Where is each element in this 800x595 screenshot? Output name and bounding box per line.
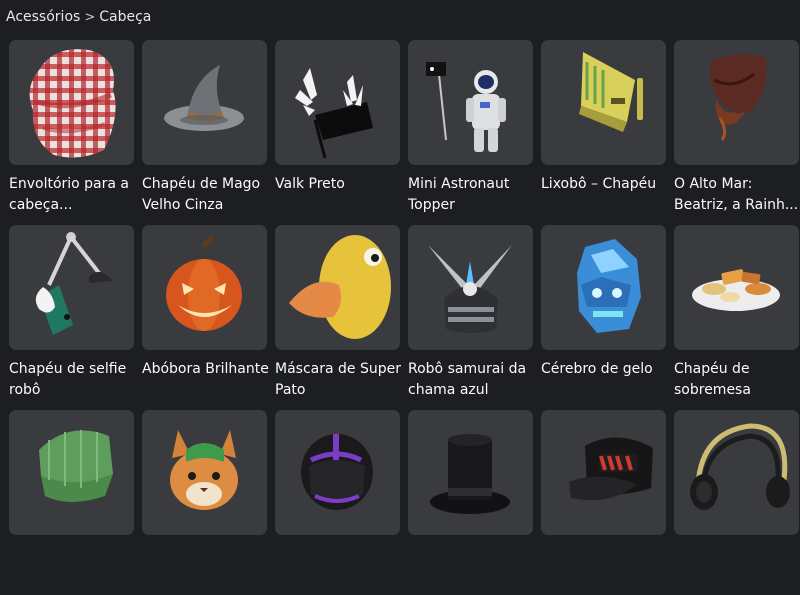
item-name[interactable]: Lixobô – Chapéu — [541, 174, 669, 195]
astronaut-topper-icon — [426, 62, 506, 152]
item-card[interactable] — [275, 410, 400, 595]
plaid-head-wrap-icon — [29, 49, 116, 158]
item-name[interactable]: Cérebro de gelo — [541, 359, 669, 380]
item-card[interactable] — [408, 410, 533, 595]
item-thumbnail[interactable] — [541, 410, 666, 535]
item-name[interactable]: Chapéu de Mago Velho Cinza — [142, 174, 270, 216]
breadcrumb-current: Cabeça — [99, 9, 152, 25]
top-hat-icon — [430, 434, 510, 514]
item-thumbnail[interactable] — [275, 410, 400, 535]
item-name[interactable]: Máscara de Super Pato — [275, 359, 403, 401]
item-thumbnail[interactable] — [142, 225, 267, 350]
item-thumbnail[interactable] — [275, 40, 400, 165]
item-thumbnail[interactable] — [541, 225, 666, 350]
item-thumbnail[interactable] — [408, 410, 533, 535]
item-card[interactable]: Mini Astronaut Topper — [408, 40, 533, 225]
breadcrumb: Acessórios > Cabeça — [6, 6, 151, 28]
item-thumbnail[interactable] — [9, 410, 134, 535]
item-card[interactable]: Cérebro de gelo — [541, 225, 666, 410]
item-thumbnail[interactable] — [275, 225, 400, 350]
pumpkin-icon — [166, 236, 242, 331]
item-name[interactable]: Robô samurai da chama azul — [408, 359, 536, 401]
item-thumbnail[interactable] — [408, 40, 533, 165]
item-name[interactable]: Abóbora Brilhante — [142, 359, 270, 380]
valkyrie-helm-icon — [295, 68, 373, 159]
item-thumbnail[interactable] — [142, 40, 267, 165]
item-card[interactable] — [142, 410, 267, 595]
pirate-hat-icon — [710, 54, 767, 141]
item-name[interactable]: Envoltório para a cabeça... — [9, 174, 137, 216]
item-name[interactable]: Mini Astronaut Topper — [408, 174, 536, 216]
item-grid: Envoltório para a cabeça... Chapéu de Ma… — [9, 40, 799, 595]
item-card[interactable]: Chapéu de sobremesa — [674, 225, 799, 410]
item-card[interactable]: Chapéu de selfie robô — [9, 225, 134, 410]
item-card[interactable]: Envoltório para a cabeça... — [9, 40, 134, 225]
samurai-helmet-icon — [428, 245, 512, 333]
cat-with-cap-icon — [170, 430, 238, 510]
item-thumbnail[interactable] — [408, 225, 533, 350]
item-thumbnail[interactable] — [9, 40, 134, 165]
dessert-plate-hat-icon — [692, 269, 780, 311]
item-card[interactable]: Valk Preto — [275, 40, 400, 225]
wizard-hat-icon — [164, 65, 244, 131]
robot-hat-icon — [579, 52, 643, 132]
item-card[interactable] — [674, 410, 799, 595]
breadcrumb-root-link[interactable]: Acessórios — [6, 9, 80, 25]
item-name[interactable]: Chapéu de selfie robô — [9, 359, 137, 401]
breadcrumb-separator: > — [84, 9, 96, 25]
item-card[interactable] — [9, 410, 134, 595]
item-thumbnail[interactable] — [674, 410, 799, 535]
item-card[interactable]: Máscara de Super Pato — [275, 225, 403, 410]
item-card[interactable] — [541, 410, 666, 595]
item-thumbnail[interactable] — [9, 225, 134, 350]
item-thumbnail[interactable] — [674, 40, 799, 165]
purple-visor-helmet-icon — [301, 434, 373, 510]
item-thumbnail[interactable] — [674, 225, 799, 350]
selfie-arm-hat-icon — [35, 232, 113, 335]
duck-mask-icon — [289, 235, 391, 339]
item-card[interactable]: Chapéu de Mago Velho Cinza — [142, 40, 267, 225]
item-name[interactable]: O Alto Mar: Beatriz, a Rainh... — [674, 174, 800, 216]
item-card[interactable]: Lixobô – Chapéu — [541, 40, 666, 225]
item-card[interactable]: Abóbora Brilhante — [142, 225, 270, 410]
item-thumbnail[interactable] — [142, 410, 267, 535]
item-name[interactable]: Chapéu de sobremesa — [674, 359, 800, 401]
item-thumbnail[interactable] — [541, 40, 666, 165]
ice-brain-icon — [577, 239, 641, 333]
green-cap-icon — [39, 430, 113, 502]
gtp-snapback-icon — [569, 437, 653, 501]
item-card[interactable]: O Alto Mar: Beatriz, a Rainh... — [674, 40, 799, 225]
item-name[interactable]: Valk Preto — [275, 174, 403, 195]
headphones-icon — [690, 423, 790, 510]
item-card[interactable]: Robô samurai da chama azul — [408, 225, 533, 410]
